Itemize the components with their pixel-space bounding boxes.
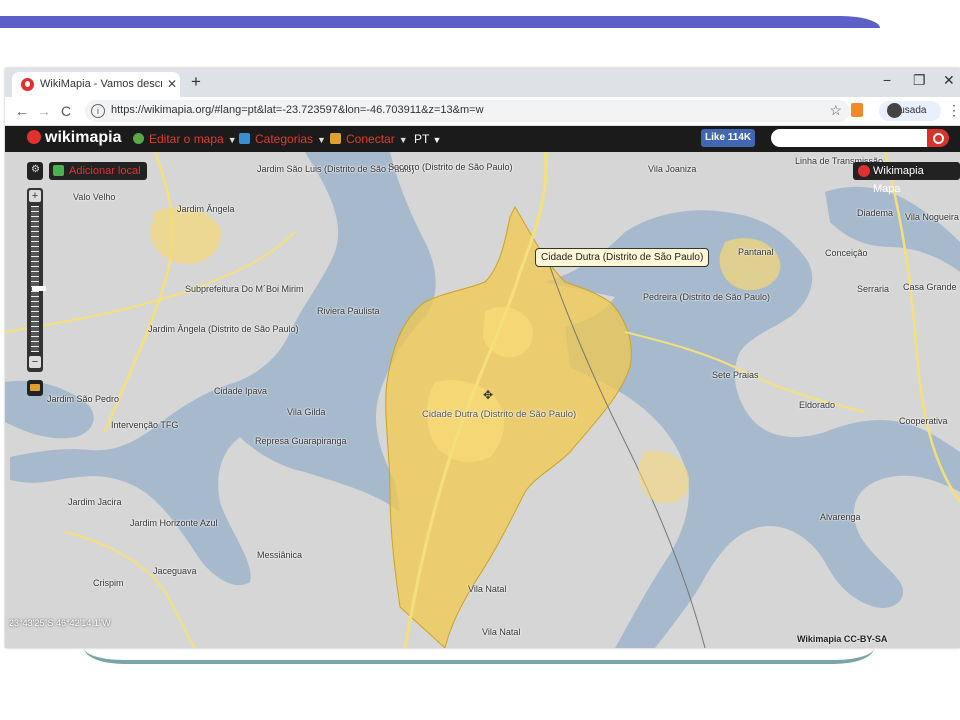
map-label[interactable]: Jardim Ângela (Distrito de São Paulo)	[148, 324, 299, 334]
new-tab-button[interactable]: +	[191, 72, 201, 92]
address-bar[interactable]: i https://wikimapia.org/#lang=pt&lat=-23…	[85, 100, 850, 122]
wikimapia-logo-text: wikimapia	[45, 129, 122, 146]
minimize-button[interactable]: −	[883, 72, 891, 88]
layers-icon	[30, 384, 40, 391]
forward-button[interactable]: →	[37, 103, 51, 119]
map-type-button[interactable]: Wikimapia Mapa	[853, 162, 960, 195]
chevron-down-icon: ▼	[432, 135, 442, 145]
map-label[interactable]: Serraria	[857, 284, 889, 294]
map-label[interactable]: Casa Grande	[903, 282, 957, 292]
add-place-label: Adicionar local	[69, 165, 141, 177]
wikimapia-logo[interactable]: wikimapia	[27, 129, 121, 147]
coordinates-readout: 23°43'25"S 46°42'14.1"W	[9, 618, 111, 628]
layers-button[interactable]	[27, 380, 43, 396]
language-label: PT	[414, 132, 430, 146]
map-label[interactable]: Alvarenga	[820, 512, 861, 522]
browser-menu-icon[interactable]: ⋮	[947, 102, 960, 119]
map-label[interactable]: Pantanal	[738, 247, 774, 257]
reload-button[interactable]: C	[61, 103, 71, 119]
map-tooltip: Cidade Dutra (Distrito de São Paulo)	[535, 248, 710, 267]
map-label[interactable]: Socorro (Distrito de São Paulo)	[388, 162, 513, 172]
wikimapia-favicon-icon	[21, 78, 34, 91]
menu-categories[interactable]: Categorias ▼	[239, 132, 326, 146]
map-label[interactable]: Jardim Horizonte Azul	[130, 518, 218, 528]
chevron-down-icon: ▼	[317, 135, 326, 145]
browser-window: WikiMapia - Vamos descrever o ✕ + − ❐ ✕ …	[5, 68, 960, 648]
map-label[interactable]: Vila Natal	[468, 584, 506, 594]
crosshair-icon: ✥	[483, 388, 494, 402]
categories-icon	[239, 133, 250, 144]
tab-close-icon[interactable]: ✕	[167, 77, 177, 91]
map-label[interactable]: Conceição	[825, 248, 868, 258]
tab-strip: WikiMapia - Vamos descrever o ✕ + − ❐ ✕	[5, 68, 960, 97]
globe-icon	[133, 133, 144, 144]
map-label[interactable]: Crispim	[93, 578, 124, 588]
map-label[interactable]: Sete Praias	[712, 370, 759, 380]
map-search-input[interactable]	[771, 129, 927, 147]
zoom-in-button[interactable]: +	[29, 190, 41, 202]
like-label: Like 114K	[705, 132, 752, 143]
map-label[interactable]: Jaceguava	[153, 566, 197, 576]
browser-tab[interactable]: WikiMapia - Vamos descrever o ✕	[12, 72, 180, 97]
map-label[interactable]: Vila Joaniza	[648, 164, 696, 174]
zoom-control[interactable]: + −	[27, 188, 46, 372]
map-label[interactable]: Subprefeitura Do M´Boi Mirim	[185, 284, 304, 294]
address-url: https://wikimapia.org/#lang=pt&lat=-23.7…	[111, 104, 484, 116]
map-label[interactable]: Jardim São Pedro	[47, 394, 119, 404]
map-label[interactable]: Messiânica	[257, 550, 302, 560]
menu-connect[interactable]: Conectar ▼	[330, 132, 408, 146]
map-label[interactable]: Cidade Dutra (Distrito de São Paulo)	[422, 409, 576, 420]
map-label[interactable]: Cidade Ipava	[214, 386, 267, 396]
connect-icon	[330, 133, 341, 144]
language-selector[interactable]: PT ▼	[414, 132, 441, 146]
wikimapia-logo-icon	[27, 130, 41, 144]
map-label[interactable]: Pedreira (Distrito de São Paulo)	[643, 292, 770, 302]
map-canvas[interactable]: Linha de Transmissão Jardim São Luis (Dis…	[5, 152, 960, 648]
map-label[interactable]: Riviera Paulista	[317, 306, 380, 316]
site-info-icon[interactable]: i	[91, 104, 105, 118]
menu-connect-label: Conectar	[346, 132, 395, 146]
menu-edit-map-label: Editar o mapa	[149, 132, 224, 146]
tab-title: WikiMapia - Vamos descrever o	[40, 78, 162, 90]
add-place-button[interactable]: Adicionar local	[49, 162, 147, 180]
extension-icon[interactable]	[851, 103, 863, 117]
map-label[interactable]: Cooperativa	[899, 416, 948, 426]
restore-button[interactable]: ❐	[913, 72, 926, 89]
zoom-out-button[interactable]: −	[29, 356, 41, 368]
browser-toolbar: ← → C i https://wikimapia.org/#lang=pt&l…	[5, 97, 960, 126]
chevron-down-icon: ▼	[398, 135, 408, 145]
map-settings-button[interactable]: ⚙	[27, 162, 43, 180]
facebook-like-button[interactable]: Like 114K	[701, 129, 755, 147]
map-label[interactable]: Jardim Ângela	[177, 204, 235, 214]
map-label[interactable]: Eldorado	[799, 400, 835, 410]
zoom-slider-thumb[interactable]	[32, 286, 46, 291]
avatar-icon	[887, 103, 902, 118]
zoom-slider-track[interactable]	[31, 206, 46, 352]
back-button[interactable]: ←	[15, 103, 29, 119]
map-label[interactable]: Diadema	[857, 208, 893, 218]
map-label[interactable]: Intervenção TFG	[111, 420, 178, 430]
chevron-down-icon: ▼	[227, 135, 237, 145]
search-button[interactable]	[927, 129, 949, 147]
slide-top-band	[0, 16, 880, 28]
map-label[interactable]: Vila Natal	[482, 627, 520, 637]
map-label[interactable]: Vila Gilda	[287, 407, 325, 417]
profile-button[interactable]: Pausada	[879, 101, 941, 121]
license-text: Wikimapia CC-BY-SA	[797, 634, 888, 644]
gear-icon: ⚙	[31, 164, 40, 175]
map-label[interactable]: Represa Guarapiranga	[255, 436, 347, 446]
menu-categories-label: Categorias	[255, 132, 314, 146]
close-window-button[interactable]: ✕	[943, 72, 955, 89]
map-label[interactable]: Jardim Jacira	[68, 497, 122, 507]
map-label[interactable]: Vila Nogueira	[905, 212, 959, 222]
bookmark-star-icon[interactable]: ☆	[829, 102, 842, 119]
menu-edit-map[interactable]: Editar o mapa ▼	[133, 132, 237, 146]
wikimapia-toolbar: wikimapia Editar o mapa ▼ Categorias ▼ Con…	[5, 126, 960, 152]
map-label[interactable]: Valo Velho	[73, 192, 115, 202]
